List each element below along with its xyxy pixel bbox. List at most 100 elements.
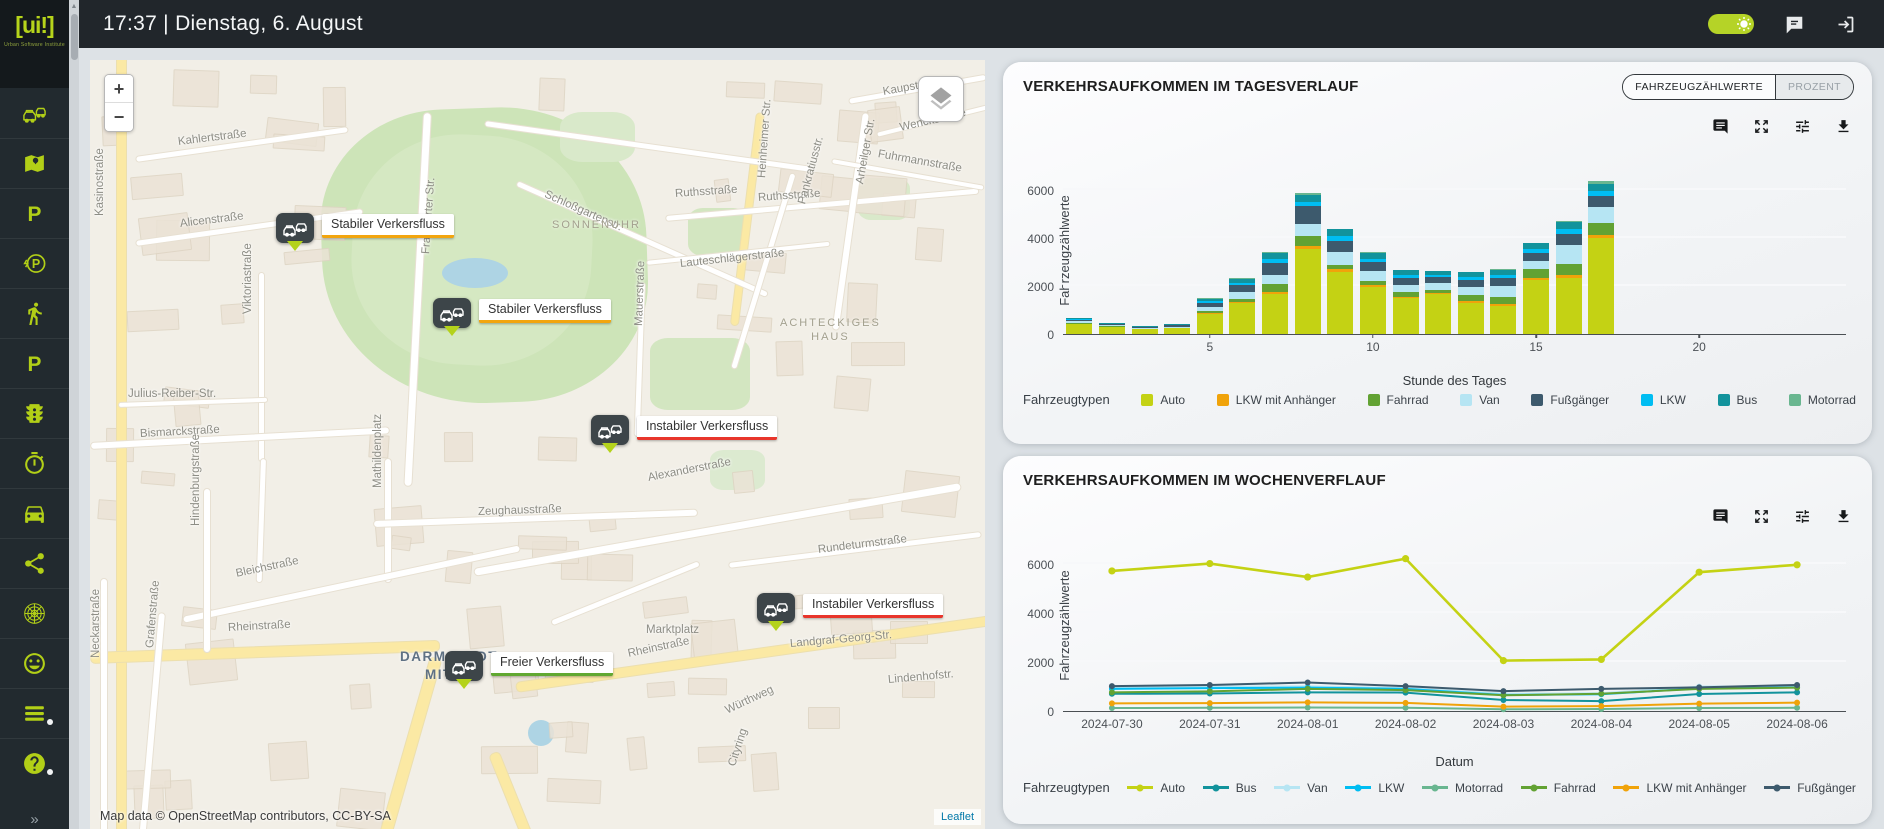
sidebar-item-park-charge[interactable]: P (0, 238, 69, 288)
legend-line-swatch (1203, 786, 1229, 789)
sidebar-item-feedback[interactable] (0, 638, 69, 688)
x-tick-label: 2024-08-02 (1375, 717, 1436, 731)
data-point (1696, 701, 1702, 707)
bar-segment (1262, 284, 1288, 292)
scrollbar-up-arrow-icon[interactable]: ▲ (69, 0, 79, 10)
map-zoom-control: + − (104, 74, 134, 132)
traffic-marker-unstable[interactable]: Instabiler Verkersfluss (591, 415, 777, 445)
traffic-marker-free[interactable]: Freier Verkersfluss (445, 651, 613, 681)
map[interactable]: KasinostraßeKahlertstraßeAlicenstraßeFra… (90, 60, 985, 829)
panel-wochenverlauf: VERKEHRSAUFKOMMEN IM WOCHENVERFLAUF Fahr… (1003, 456, 1872, 824)
data-point (1793, 561, 1800, 568)
bar-segment (1490, 306, 1516, 334)
gridline (1063, 188, 1846, 190)
page-scrollbar[interactable]: ▲ (69, 0, 79, 829)
bar-hour-12 (1425, 271, 1451, 334)
legend-item[interactable]: Auto (1127, 781, 1185, 795)
bar-hour-10 (1360, 252, 1386, 334)
x-tick-label: 2024-08-03 (1473, 717, 1534, 731)
legend-swatch (1789, 394, 1801, 406)
sidebar-item-parking-zones[interactable]: P (0, 338, 69, 388)
legend-item[interactable]: LKW (1345, 781, 1404, 795)
bar-segment (1556, 264, 1582, 275)
sidebar-collapse-button[interactable]: » (0, 811, 69, 828)
legend-item[interactable]: LKW mit Anhänger (1613, 781, 1746, 795)
map-building (776, 341, 804, 377)
marker-pin (276, 213, 314, 243)
sidebar-item-vehicles[interactable] (0, 488, 69, 538)
travel-times-icon (22, 451, 47, 476)
sidebar-item-traffic-flow[interactable] (0, 88, 69, 138)
data-point (1305, 686, 1311, 692)
map-building (268, 741, 310, 781)
sidebar-item-parking[interactable]: P (0, 188, 69, 238)
x-tick-label: 2024-08-04 (1571, 717, 1632, 731)
map-layers-button[interactable] (918, 76, 964, 122)
legend-item[interactable]: LKW mit Anhänger (1217, 393, 1336, 407)
legend-item[interactable]: Motorrad (1789, 393, 1856, 407)
data-point (1109, 700, 1115, 706)
leaflet-link[interactable]: Leaflet (934, 809, 981, 825)
traffic-cars-icon (282, 218, 308, 238)
sidebar-item-network[interactable] (0, 588, 69, 638)
sidebar-item-travel-times[interactable] (0, 438, 69, 488)
legend-item[interactable]: LKW (1641, 393, 1686, 407)
marker-label: Stabiler Verkersfluss (479, 299, 611, 323)
street-label: Viktoriastraße (242, 243, 254, 314)
legend-swatch (1141, 394, 1153, 406)
sidebar-item-traffic-lights[interactable] (0, 388, 69, 438)
sidebar-item-share[interactable] (0, 538, 69, 588)
legend-label: Auto (1160, 781, 1185, 795)
x-tick-label: 10 (1366, 340, 1379, 354)
map-building (773, 80, 822, 105)
bar-hour-6 (1229, 278, 1255, 334)
traffic-cars-icon (439, 303, 465, 323)
zoom-in-button[interactable]: + (105, 75, 133, 103)
legend-item[interactable]: Fußgänger (1531, 393, 1609, 407)
legend-item[interactable]: Bus (1718, 393, 1758, 407)
map-building (626, 736, 647, 771)
bar-segment (1556, 245, 1582, 264)
sidebar-item-pedestrian[interactable] (0, 288, 69, 338)
legend-swatch (1531, 394, 1543, 406)
traffic-marker-stable[interactable]: Stabiler Verkersfluss (276, 213, 454, 243)
map-road (90, 640, 440, 664)
layers-icon (927, 85, 955, 113)
vehicles-icon (22, 501, 47, 526)
marker-label: Stabiler Verkersfluss (322, 214, 454, 238)
sidebar-item-help[interactable] (0, 738, 69, 788)
y-tick-label: 0 (1047, 705, 1054, 719)
zoom-out-button[interactable]: − (105, 103, 133, 131)
data-point (1207, 688, 1213, 694)
sidebar-item-city-map[interactable] (0, 138, 69, 188)
logout-button[interactable] (1835, 14, 1856, 35)
legend-item[interactable]: Auto (1141, 393, 1185, 407)
legend-item[interactable]: Van (1274, 781, 1327, 795)
legend-item[interactable]: Bus (1203, 781, 1257, 795)
legend-item[interactable]: Fahrrad (1368, 393, 1429, 407)
chat-button[interactable] (1784, 14, 1805, 35)
legend-item[interactable]: Fahrrad (1521, 781, 1596, 795)
legend-swatch (1368, 394, 1380, 406)
light-mode-toggle[interactable] (1708, 14, 1754, 34)
legend-item[interactable]: Fußgänger (1764, 781, 1856, 795)
bar-hour-9 (1327, 229, 1353, 334)
traffic-marker-unstable[interactable]: Instabiler Verkersfluss (757, 593, 943, 623)
scrollbar-thumb[interactable] (71, 14, 78, 60)
data-point (1696, 691, 1702, 697)
legend-label: Auto (1160, 393, 1185, 407)
legend-item[interactable]: Motorrad (1422, 781, 1503, 795)
bar-segment (1490, 286, 1516, 297)
legend-label: Fußgänger (1797, 781, 1856, 795)
map-building (390, 535, 411, 552)
traffic-marker-stable[interactable]: Stabiler Verkersfluss (433, 298, 611, 328)
data-point (1206, 560, 1213, 567)
plot-area: 02000400060005101520 (1063, 167, 1846, 335)
plot-area: 02000400060002024-07-302024-07-312024-08… (1063, 540, 1846, 712)
legend-item[interactable]: Van (1460, 393, 1499, 407)
app-logo[interactable]: [ui!] Urban Software Institute (0, 0, 69, 88)
sidebar-item-menu[interactable] (0, 688, 69, 738)
bar-segment (1458, 287, 1484, 295)
city-map-icon (22, 151, 47, 176)
data-point (1794, 705, 1800, 711)
